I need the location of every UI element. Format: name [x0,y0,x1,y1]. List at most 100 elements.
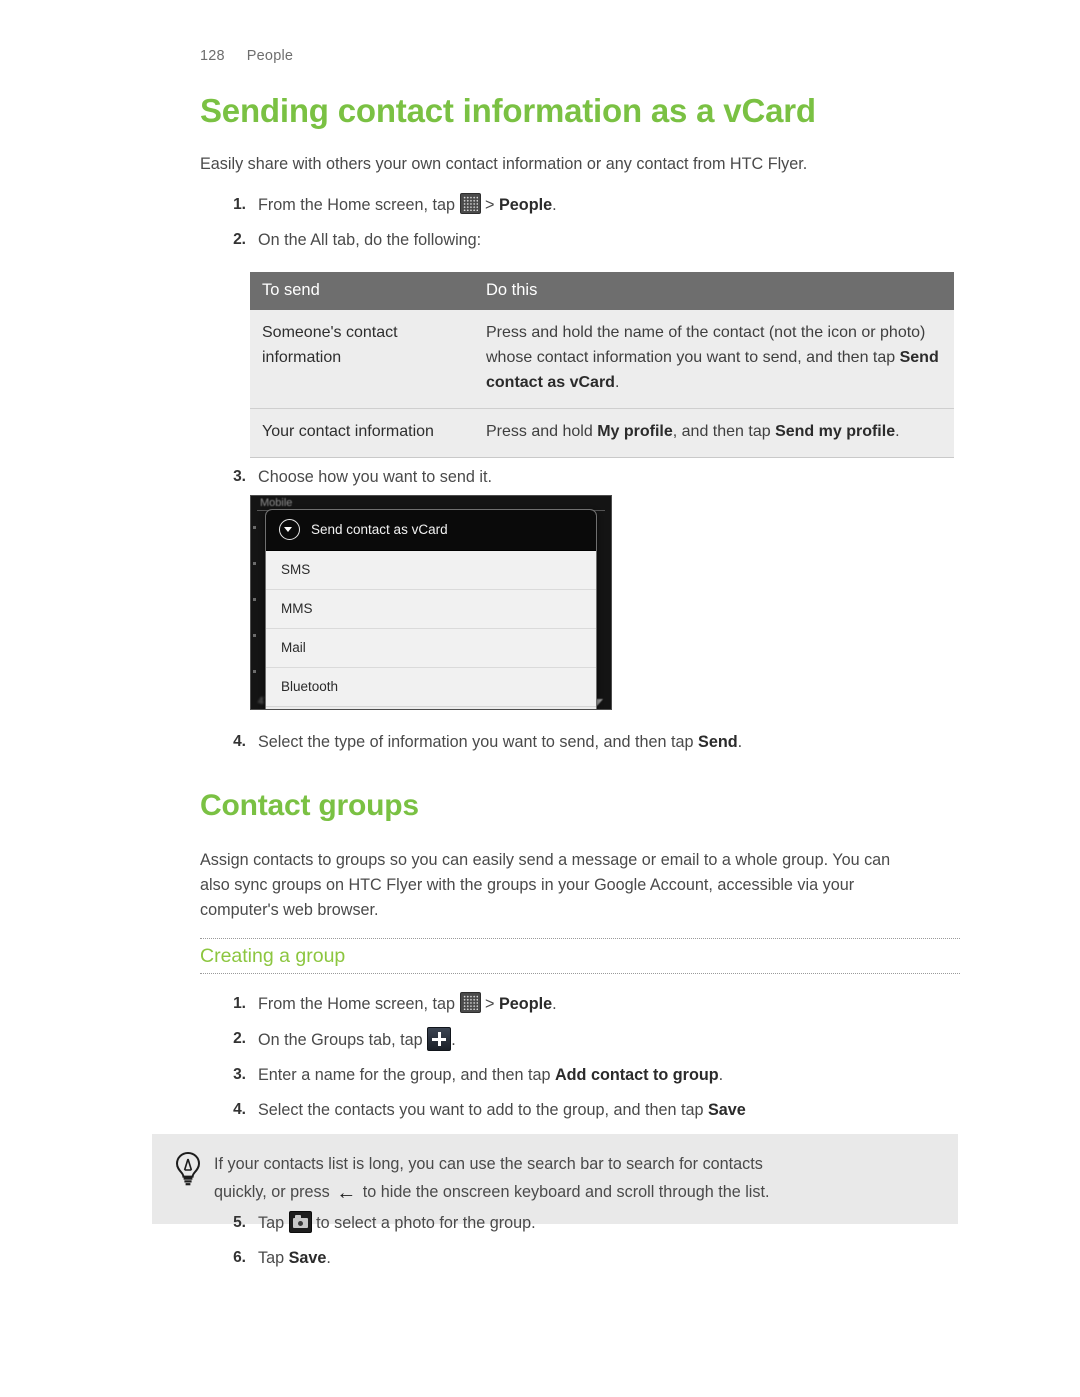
table-row: Your contact information Press and hold … [250,408,954,458]
to-send-table: To send Do this Someone's contact inform… [250,272,954,458]
step-text: Tap [258,1214,285,1232]
list-item: 4. Select the type of information you wa… [222,730,982,754]
cell-bold: My profile [597,423,673,440]
step-number: 3. [233,468,246,485]
list-item: 3. Choose how you want to send it. [222,465,962,489]
tip-line-1: If your contacts list is long, you can u… [214,1155,763,1173]
cell-text: Press and hold the name of the contact (… [486,324,926,366]
step-text-mid: > [485,196,495,214]
step-bold: People [499,995,553,1013]
steps-list-send: 4. Select the type of information you wa… [222,730,982,765]
vcard-circle-icon [279,519,300,540]
list-item: 1. From the Home screen, tap > People. [222,193,962,217]
step-bold: Add contact to group [554,1066,719,1084]
step-text: On the Groups tab, tap [258,1031,423,1049]
step-number: 4. [233,1101,246,1118]
page-title: Sending contact information as a vCard [200,92,816,129]
cell-text-mid: , and then tap [672,423,776,440]
step-text: Select the contacts you want to add to t… [258,1101,708,1119]
running-header: 128 People [200,48,293,64]
list-item: 2. On the All tab, do the following: [222,228,962,252]
page-number: 128 [200,48,225,64]
dialog-option-mms[interactable]: MMS [266,590,596,629]
background-side-ticks [253,526,257,686]
table-cell-to-send: Someone's contact information [250,310,474,409]
table-header-to-send: To send [250,272,474,310]
device-screenshot-figure: Mobile 4701 Camoe Circle NEW BRUNSWICK N… [250,495,612,710]
step-number: 4. [233,733,246,750]
camera-icon [288,1211,312,1233]
table-cell-do-this: Press and hold the name of the contact (… [474,310,954,409]
step-text: Tap [258,1249,289,1267]
chapter-name: People [246,48,294,64]
manual-page: 128 People Sending contact information as… [0,0,1080,1397]
list-item: 5. Tap to select a photo for the group. [222,1211,982,1235]
table-cell-to-send: Your contact information [250,408,474,458]
step-text: From the Home screen, tap [258,196,456,214]
table-cell-do-this: Press and hold My profile, and then tap … [474,408,954,458]
back-arrow-icon: ← [336,1182,357,1204]
list-item: 2. On the Groups tab, tap . [222,1027,982,1052]
step-text-after: . [326,1249,331,1267]
step-text: Choose how you want to send it. [258,468,492,486]
step-number: 1. [233,995,246,1012]
step-text-after: . [552,995,557,1013]
dialog-option-bluetooth[interactable]: Bluetooth [266,668,596,706]
tip-line-2-post: to hide the onscreen keyboard and scroll… [362,1183,770,1201]
list-item: 3. Enter a name for the group, and then … [222,1063,982,1087]
intro-paragraph: Easily share with others your own contac… [200,155,808,173]
subsection-header-block: Creating a group [200,938,960,974]
cell-text: Press and hold [486,423,598,440]
cell-text-post: . [895,423,900,440]
step-bold: Save [707,1101,746,1119]
step-bold: Save [288,1249,327,1267]
dialog-option-mail[interactable]: Mail [266,629,596,668]
step-bold: Send [698,733,738,751]
step-text: From the Home screen, tap [258,995,456,1013]
step-number: 2. [233,231,246,248]
table-header-row: To send Do this [250,272,954,310]
step-text-after: . [737,733,743,751]
cell-text-post: . [614,374,620,391]
step-text: Select the type of information you want … [258,733,699,751]
list-item: 4. Select the contacts you want to add t… [222,1098,982,1122]
plus-icon [427,1027,452,1051]
dialog-options-list: SMS MMS Mail Bluetooth [266,551,596,706]
app-grid-icon [459,992,481,1013]
step-number: 3. [233,1066,246,1083]
step-number: 6. [233,1249,246,1266]
dialog-title-bar: Send contact as vCard [266,510,596,551]
step-number: 1. [233,196,246,213]
app-grid-icon [459,193,481,214]
list-item: 1. From the Home screen, tap > People. [222,992,982,1016]
light-bulb-icon [166,1150,214,1194]
table-header-do-this: Do this [474,272,954,310]
step-text-mid: > [485,995,495,1013]
list-item: 6. Tap Save. [222,1246,982,1270]
dialog-option-sms[interactable]: SMS [266,551,596,590]
section-intro-paragraph: Assign contacts to groups so you can eas… [200,851,891,919]
subsection-title-creating-a-group: Creating a group [200,945,346,967]
dialog-footer [266,706,596,709]
step-number: 5. [233,1214,246,1231]
dialog-title-label: Send contact as vCard [311,522,448,537]
tip-text: If your contacts list is long, you can u… [214,1150,770,1206]
divider-bottom [200,973,960,974]
steps-list-creating-group: 1. From the Home screen, tap > People. 2… [222,992,982,1133]
tip-line-2-pre: quickly, or press [214,1183,330,1201]
step-number: 2. [233,1030,246,1047]
step-text-after: . [451,1031,456,1049]
section-title-contact-groups: Contact groups [200,789,419,822]
background-label-mobile: Mobile [260,497,293,509]
step-text: On the All tab, do the following: [258,231,482,249]
steps-list-vcard: 1. From the Home screen, tap > People. 2… [222,193,962,263]
send-vcard-dialog: Send contact as vCard SMS MMS Mail Bluet… [265,509,597,709]
step-text-after: . [718,1066,724,1084]
step-bold: People [499,196,553,214]
table-row: Someone's contact information Press and … [250,310,954,409]
cell-bold-2: Send my profile [775,423,896,440]
step-text-after: . [552,196,557,214]
step-text-after: to select a photo for the group. [316,1214,536,1232]
steps-list-creating-group-cont: 5. Tap to select a photo for the group. … [222,1211,982,1281]
step-text: Enter a name for the group, and then tap [258,1066,555,1084]
